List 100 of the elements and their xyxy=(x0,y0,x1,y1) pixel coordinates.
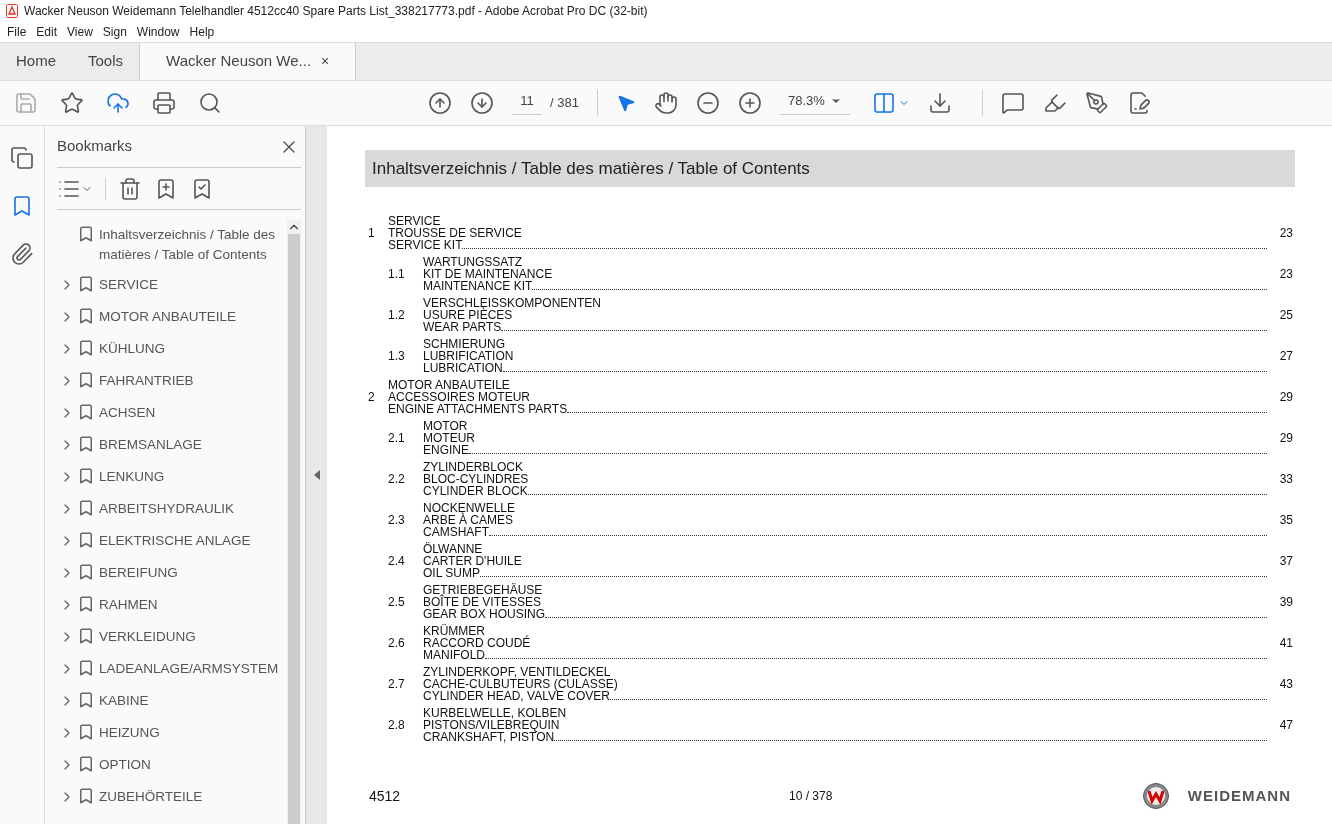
star-icon[interactable] xyxy=(60,91,84,115)
section-title: ZYLINDERBLOCK xyxy=(423,461,525,473)
menu-item[interactable]: Edit xyxy=(31,23,63,41)
bookmark-item[interactable]: KABINE xyxy=(57,686,287,718)
highlighter-icon[interactable] xyxy=(1042,91,1067,115)
comment-icon[interactable] xyxy=(1000,91,1025,115)
section-title: GEAR BOX HOUSING xyxy=(423,608,546,620)
bookmark-item[interactable]: LADEANLAGE/ARMSYSTEM xyxy=(57,654,287,686)
tab[interactable]: Tools xyxy=(72,43,140,80)
search-icon[interactable] xyxy=(198,91,222,115)
section-title: CRANKSHAFT, PISTON xyxy=(423,731,555,743)
section-title: KRÜMMER xyxy=(423,625,486,637)
cloud-upload-icon[interactable] xyxy=(106,91,130,115)
section-title: LUBRIFICATION xyxy=(423,350,515,362)
footer-code: 4512 xyxy=(369,790,402,802)
section-title: MOTOR ANBAUTEILE xyxy=(388,379,511,391)
section-title: MANIFOLD xyxy=(423,649,485,661)
section-title: SERVICE KIT xyxy=(388,239,463,251)
print-icon[interactable] xyxy=(152,91,176,115)
zoom-out-icon[interactable] xyxy=(695,91,720,115)
section-number: 2 xyxy=(368,391,376,403)
section-number: 2.1 xyxy=(387,432,406,444)
trash-icon[interactable] xyxy=(118,176,142,201)
bookmark-icon xyxy=(77,371,95,389)
bookmark-item[interactable]: KÜHLUNG xyxy=(57,334,287,366)
hand-icon[interactable] xyxy=(653,91,678,115)
section-number: 1.2 xyxy=(387,309,406,321)
bookmark-item[interactable]: ELEKTRISCHE ANLAGE xyxy=(57,526,287,558)
bookmark-item[interactable]: HEIZUNG xyxy=(57,718,287,750)
section-number: 2.6 xyxy=(387,637,406,649)
pdf-app-icon xyxy=(6,4,18,18)
section-title: ÖLWANNE xyxy=(423,543,484,555)
section-number: 1.1 xyxy=(387,268,406,280)
bookmark-item[interactable]: LENKUNG xyxy=(57,462,287,494)
section-number: 1 xyxy=(368,227,376,239)
page-number-field[interactable]: 11 xyxy=(512,90,542,116)
menu-item[interactable]: Help xyxy=(184,23,220,41)
bookmark-icon xyxy=(77,339,95,357)
bookmark-item[interactable]: BEREIFUNG xyxy=(57,558,287,590)
section-title: TROUSSE DE SERVICE xyxy=(388,227,523,239)
bookmark-icon xyxy=(77,499,95,517)
tab[interactable]: Wacker Neuson We... × xyxy=(139,43,357,80)
menu-item[interactable]: Window xyxy=(131,23,185,41)
tab[interactable]: Home xyxy=(0,43,72,80)
scrollbar[interactable] xyxy=(287,220,301,824)
section-title: LUBRICATION xyxy=(423,362,503,374)
bookmark-item[interactable]: SERVICE xyxy=(57,270,287,302)
paperclip-icon[interactable] xyxy=(10,242,34,266)
bookmark-icon xyxy=(77,659,95,677)
bookmark-item[interactable]: VERKLEIDUNG xyxy=(57,622,287,654)
page-number: 23 xyxy=(1278,268,1293,280)
zoom-in-icon[interactable] xyxy=(737,91,762,115)
page-footer-number: 10 / 378 xyxy=(789,790,833,802)
section-title: ENGINE ATTACHMENTS PARTS xyxy=(388,403,568,415)
bookmark-icon xyxy=(77,755,95,773)
menu-item[interactable]: File xyxy=(2,23,32,41)
bookmark-icon xyxy=(77,435,95,453)
bookmark-item[interactable]: ACHSEN xyxy=(57,398,287,430)
section-number: 2.4 xyxy=(387,555,406,567)
bookmark-item[interactable]: BREMSANLAGE xyxy=(57,430,287,462)
bookmark-icon xyxy=(77,225,95,243)
bookmark-item[interactable]: OPTION xyxy=(57,750,287,782)
bookmark-item[interactable]: MOTOR ANBAUTEILE xyxy=(57,302,287,334)
close-tab-button[interactable]: × xyxy=(321,51,330,72)
section-title: SERVICE xyxy=(388,215,442,227)
next-page-icon[interactable] xyxy=(470,91,494,115)
section-title: ENGINE xyxy=(423,444,469,456)
bookmark-item[interactable]: ZUBEHÖRTEILE xyxy=(57,782,287,814)
page-count: / 381 xyxy=(550,94,579,113)
bookmark-item[interactable]: FAHRANTRIEB xyxy=(57,366,287,398)
bookmark-item[interactable]: ARBEITSHYDRAULIK xyxy=(57,494,287,526)
section-title: MOTOR xyxy=(423,420,469,432)
page-number: 33 xyxy=(1278,473,1293,485)
bookmark-icon xyxy=(77,691,95,709)
section-title: MOTEUR xyxy=(423,432,476,444)
section-title: ARBE À CAMES xyxy=(423,514,514,526)
section-title: SCHMIERUNG xyxy=(423,338,506,350)
zoom-dropdown[interactable]: 78.3% xyxy=(779,90,850,116)
bookmark-icon xyxy=(77,307,95,325)
bookmark-icon xyxy=(77,403,95,421)
page-number: 37 xyxy=(1278,555,1293,567)
bookmark-icon xyxy=(77,467,95,485)
menu-item[interactable]: View xyxy=(62,23,98,41)
bookmark-icon xyxy=(77,627,95,645)
bookmark-item[interactable]: Inhaltsverzeichnis / Table des matières / Table of Contents xyxy=(57,220,287,270)
pages-icon[interactable] xyxy=(10,146,34,170)
bookmark-icon xyxy=(77,723,95,741)
page-number: 41 xyxy=(1278,637,1293,649)
pen-icon[interactable] xyxy=(1084,91,1109,115)
section-title: WARTUNGSSATZ xyxy=(423,256,524,268)
section-title: USURE PIÈCES xyxy=(423,309,513,321)
section-title: BLOC-CYLINDRES xyxy=(423,473,530,485)
previous-page-icon[interactable] xyxy=(428,91,452,115)
collapse-panel-icon[interactable] xyxy=(313,470,320,480)
section-title: NOCKENWELLE xyxy=(423,502,517,514)
menu-item[interactable]: Sign xyxy=(97,23,132,41)
panel-title: Bookmarks xyxy=(57,136,133,157)
bookmark-icon xyxy=(77,787,95,805)
bookmark-item[interactable]: RAHMEN xyxy=(57,590,287,622)
section-number: 2.7 xyxy=(387,678,406,690)
